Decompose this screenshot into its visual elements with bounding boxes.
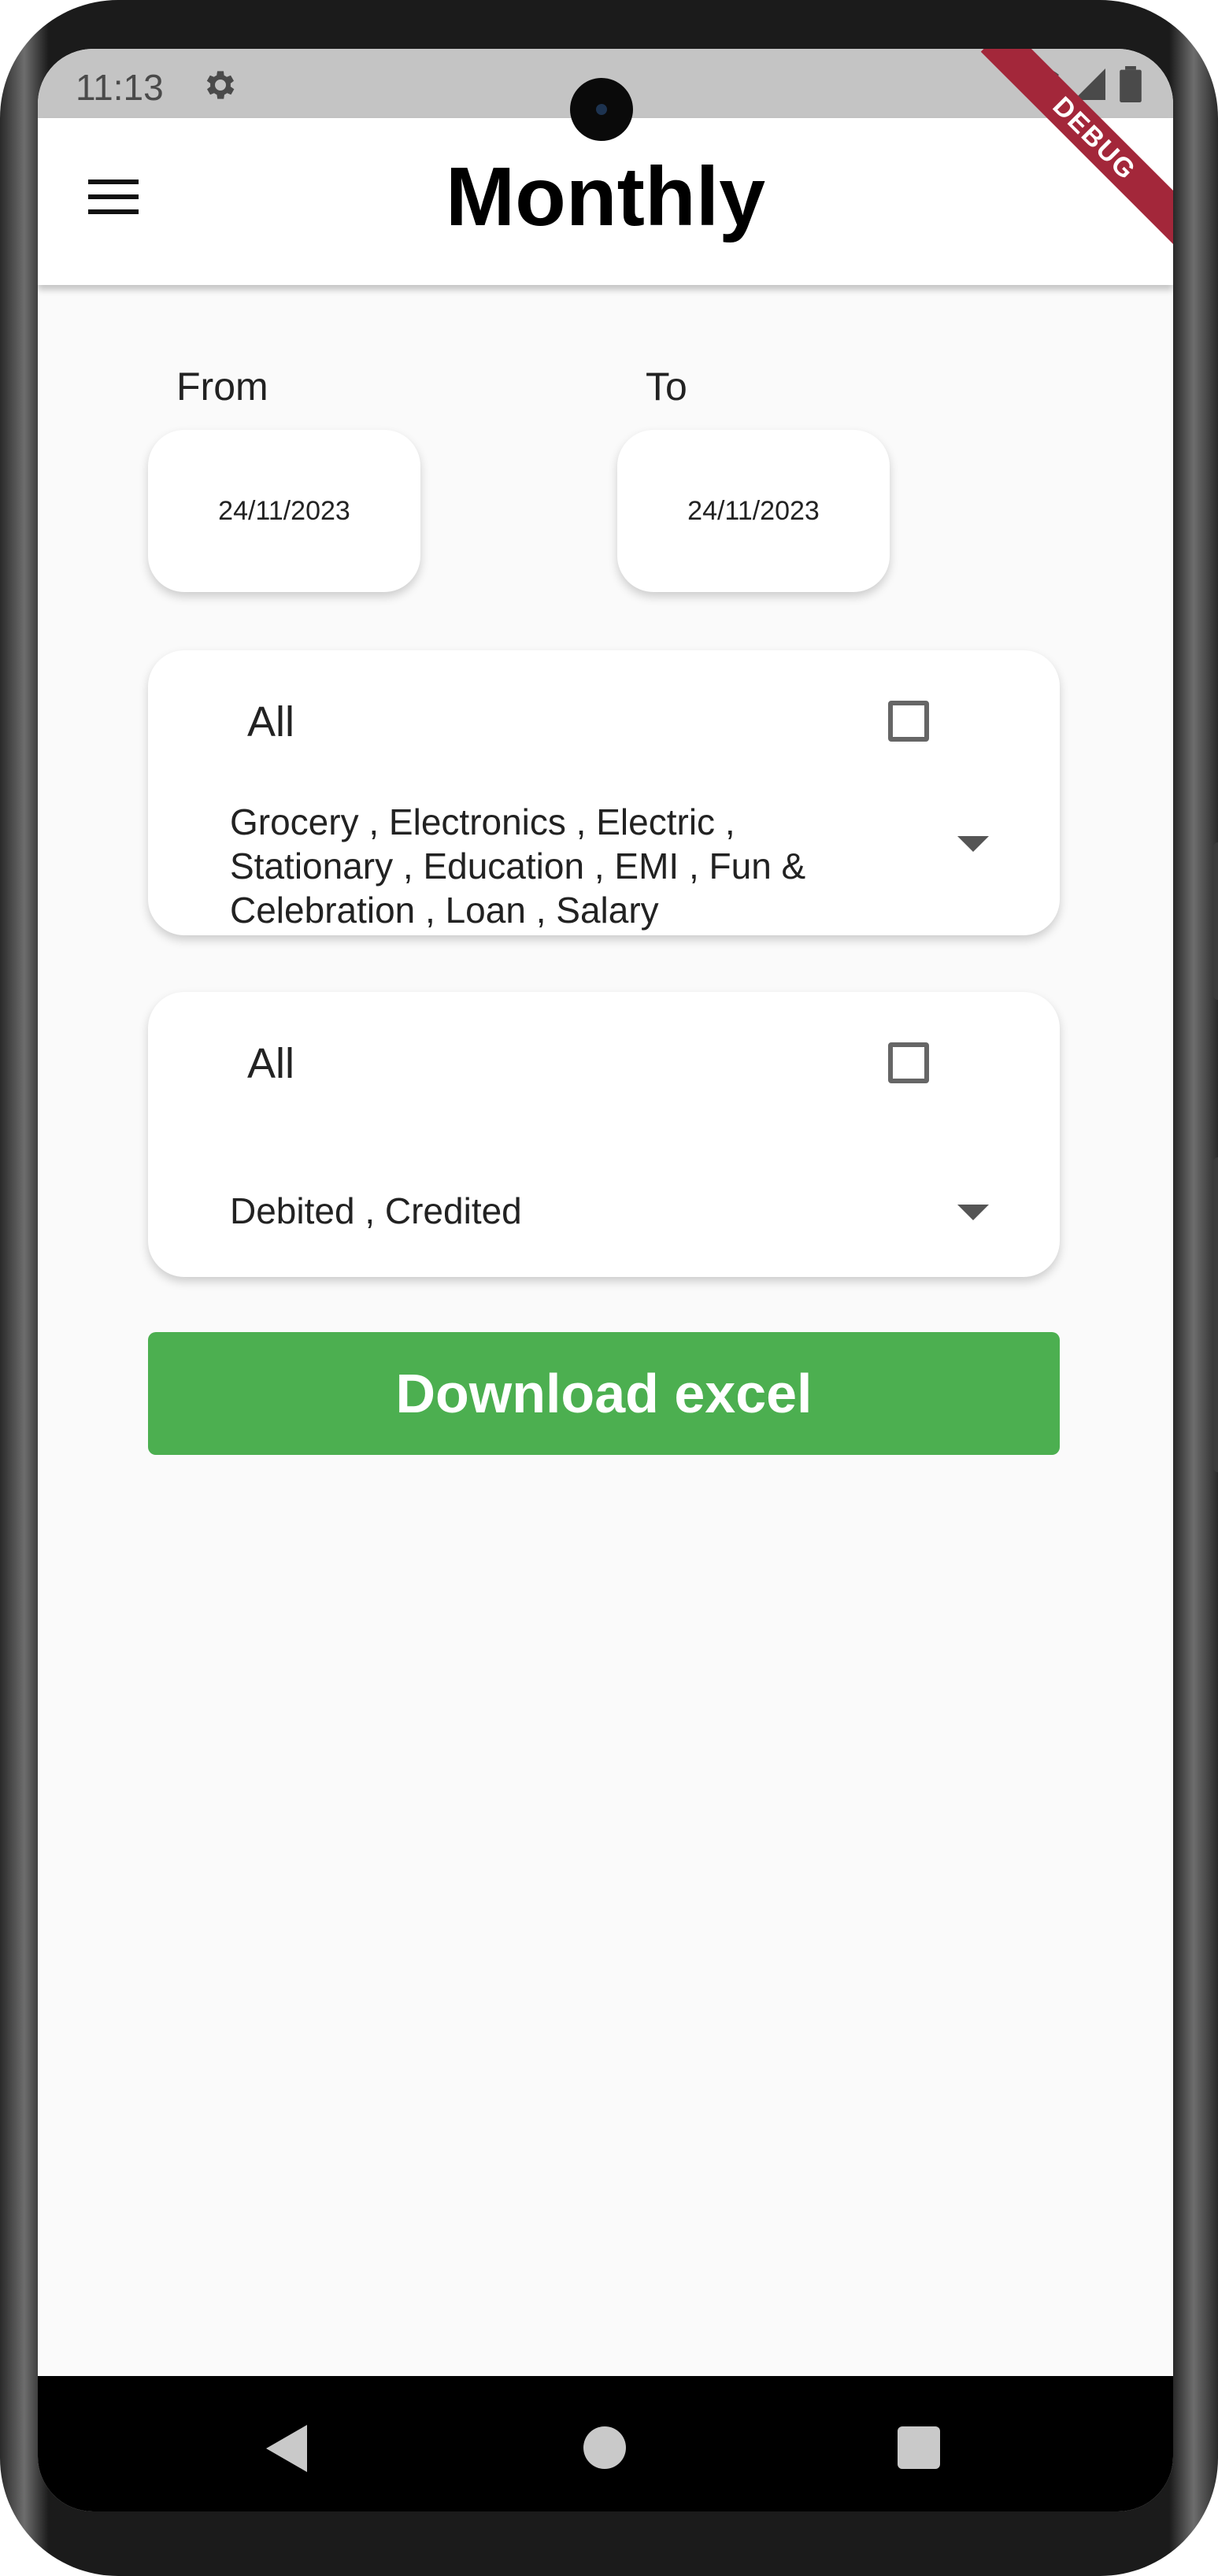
- power-button: [1213, 1157, 1218, 1472]
- type-all-checkbox[interactable]: [888, 1042, 929, 1083]
- page-title: Monthly: [445, 150, 766, 243]
- back-icon[interactable]: [266, 2425, 307, 2472]
- volume-button: [1213, 842, 1218, 1000]
- signal-icon: [1074, 68, 1105, 100]
- home-icon[interactable]: [583, 2426, 626, 2469]
- status-time: 11:13: [76, 67, 164, 108]
- to-date-picker[interactable]: 24/11/2023: [617, 430, 890, 592]
- type-all-label: All: [247, 1040, 295, 1087]
- front-camera: [570, 78, 633, 141]
- phone-frame: 11:13 DEBUG Monthly From 24/11/2023 To 2…: [0, 0, 1218, 2576]
- type-dropdown-arrow-icon[interactable]: [957, 1205, 989, 1220]
- from-label: From: [176, 365, 268, 409]
- app-bar: Monthly: [38, 118, 1173, 285]
- category-dropdown-arrow-icon[interactable]: [957, 836, 989, 852]
- settings-icon: [206, 71, 235, 99]
- from-date-picker[interactable]: 24/11/2023: [148, 430, 420, 592]
- to-date-value: 24/11/2023: [687, 495, 820, 526]
- category-filter-card: All Grocery , Electronics , Electric , S…: [148, 650, 1060, 935]
- navigation-bar: [38, 2376, 1173, 2511]
- type-dropdown-value[interactable]: Debited , Credited: [230, 1189, 844, 1233]
- from-date-value: 24/11/2023: [218, 495, 350, 526]
- category-all-checkbox[interactable]: [888, 701, 929, 742]
- to-label: To: [646, 365, 687, 409]
- screen: 11:13 DEBUG Monthly From 24/11/2023 To 2…: [38, 49, 1173, 2511]
- type-filter-card: All Debited , Credited: [148, 992, 1060, 1277]
- category-dropdown-value[interactable]: Grocery , Electronics , Electric , Stati…: [230, 800, 844, 932]
- battery-icon: [1120, 66, 1142, 102]
- recents-icon[interactable]: [898, 2426, 940, 2469]
- category-all-label: All: [247, 698, 295, 746]
- download-excel-button[interactable]: Download excel: [148, 1332, 1060, 1455]
